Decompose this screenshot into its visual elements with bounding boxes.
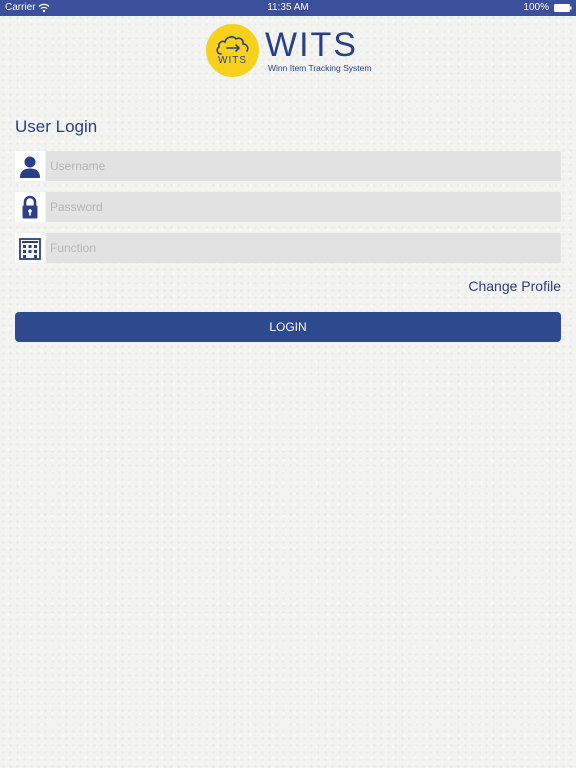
page-title: User Login: [15, 117, 98, 136]
user-icon: [15, 151, 45, 181]
status-bar: Carrier 11:35 AM 100%: [0, 0, 576, 16]
battery-icon: [554, 4, 572, 12]
username-row: [15, 151, 561, 181]
function-row: [15, 233, 561, 263]
building-icon: [15, 233, 45, 263]
password-row: [15, 192, 561, 222]
battery-percentage: 100%: [523, 2, 549, 13]
logo-badge: WITS: [206, 24, 259, 77]
lock-icon: [15, 192, 45, 222]
password-input[interactable]: [46, 192, 561, 222]
username-input[interactable]: [46, 151, 561, 181]
logo-subtitle: Winn Item Tracking System: [268, 63, 372, 73]
change-profile-link[interactable]: Change Profile: [468, 278, 561, 294]
logo-title: WITS: [265, 26, 358, 64]
cloud-sync-icon: [216, 36, 249, 55]
logo-badge-text: WITS: [218, 55, 247, 66]
login-button[interactable]: LOGIN: [15, 312, 561, 342]
wits-logo: WITS WITS Winn Item Tracking System: [206, 24, 376, 78]
function-input[interactable]: [46, 233, 561, 263]
status-time: 11:35 AM: [267, 2, 309, 13]
